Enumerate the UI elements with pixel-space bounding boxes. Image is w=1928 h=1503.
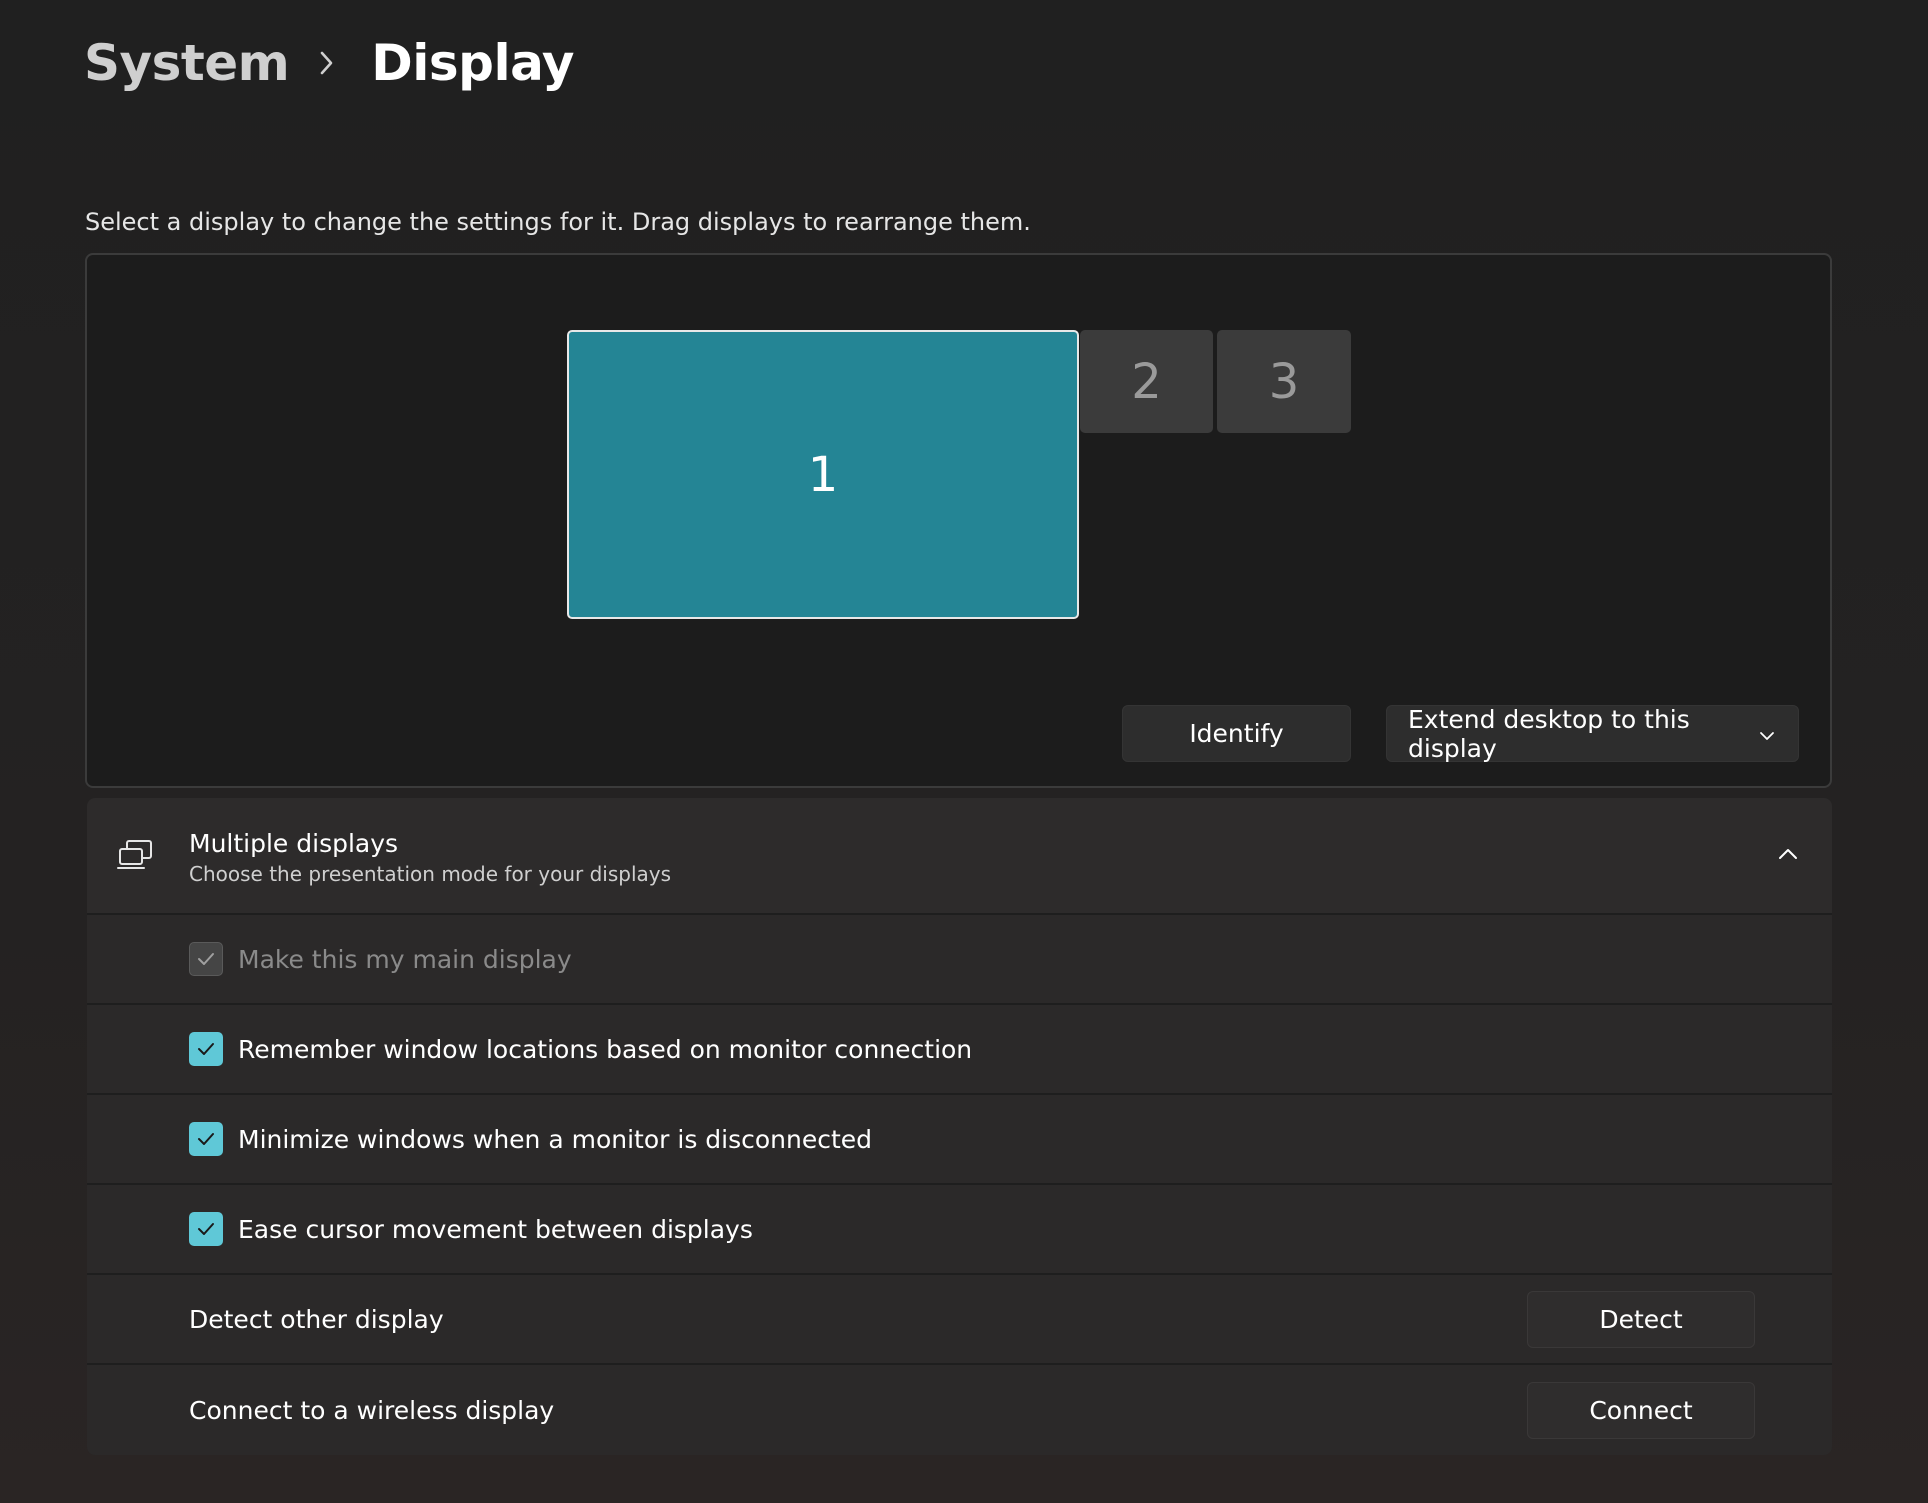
monitor-3[interactable]: 3 [1217, 330, 1351, 433]
multiple-displays-header-text: Multiple displays Choose the presentatio… [189, 829, 671, 889]
minimize-windows-row: Minimize windows when a monitor is disco… [87, 1095, 1832, 1185]
page-title: Display [371, 34, 574, 92]
multiple-displays-subtitle: Choose the presentation mode for your di… [189, 862, 672, 886]
main-display-checkbox[interactable]: Make this my main display [189, 942, 572, 976]
monitor-2[interactable]: 2 [1080, 330, 1213, 433]
remember-window-locations-checkbox[interactable]: Remember window locations based on monit… [189, 1032, 972, 1066]
arrange-hint: Select a display to change the settings … [85, 208, 1031, 236]
multiple-displays-icon [117, 838, 155, 872]
display-mode-dropdown[interactable]: Extend desktop to this display [1386, 704, 1799, 763]
chevron-right-icon [319, 50, 335, 76]
display-arrangement-panel: 1 2 3 Identify Extend desktop to this di… [85, 253, 1832, 788]
main-display-row: Make this my main display [87, 915, 1832, 1005]
detect-display-label: Detect other display [189, 1304, 444, 1334]
minimize-windows-label: Minimize windows when a monitor is disco… [238, 1124, 873, 1154]
chevron-up-icon[interactable] [1776, 842, 1800, 866]
minimize-windows-checkbox[interactable]: Minimize windows when a monitor is disco… [189, 1122, 872, 1156]
checkmark-icon [189, 942, 223, 976]
ease-cursor-label: Ease cursor movement between displays [238, 1214, 753, 1244]
checkmark-icon [189, 1032, 223, 1066]
ease-cursor-row: Ease cursor movement between displays [87, 1185, 1832, 1275]
multiple-displays-title: Multiple displays [189, 829, 399, 858]
display-mode-selected-value: Extend desktop to this display [1408, 704, 1690, 763]
remember-window-locations-row: Remember window locations based on monit… [87, 1005, 1832, 1095]
detect-button[interactable]: Detect [1527, 1290, 1755, 1348]
monitor-1[interactable]: 1 [567, 330, 1079, 619]
checkmark-icon [189, 1122, 223, 1156]
chevron-down-icon [1758, 719, 1776, 748]
multiple-displays-header[interactable]: Multiple displays Choose the presentatio… [87, 798, 1832, 915]
identify-button[interactable]: Identify [1122, 705, 1351, 762]
detect-display-row: Detect other display Detect [87, 1275, 1832, 1365]
wireless-display-row: Connect to a wireless display Connect [87, 1365, 1832, 1455]
wireless-display-label: Connect to a wireless display [189, 1395, 555, 1425]
breadcrumb-system-link[interactable]: System [84, 34, 290, 92]
breadcrumb: System Display [84, 28, 574, 98]
remember-window-locations-label: Remember window locations based on monit… [238, 1034, 973, 1064]
multiple-displays-section: Multiple displays Choose the presentatio… [87, 798, 1832, 1455]
main-display-label: Make this my main display [238, 944, 572, 974]
checkmark-icon [189, 1212, 223, 1246]
monitor-3-label: 3 [1268, 353, 1300, 410]
ease-cursor-checkbox[interactable]: Ease cursor movement between displays [189, 1212, 753, 1246]
monitor-1-label: 1 [807, 446, 839, 503]
monitor-2-label: 2 [1131, 353, 1162, 410]
connect-button[interactable]: Connect [1527, 1381, 1755, 1439]
